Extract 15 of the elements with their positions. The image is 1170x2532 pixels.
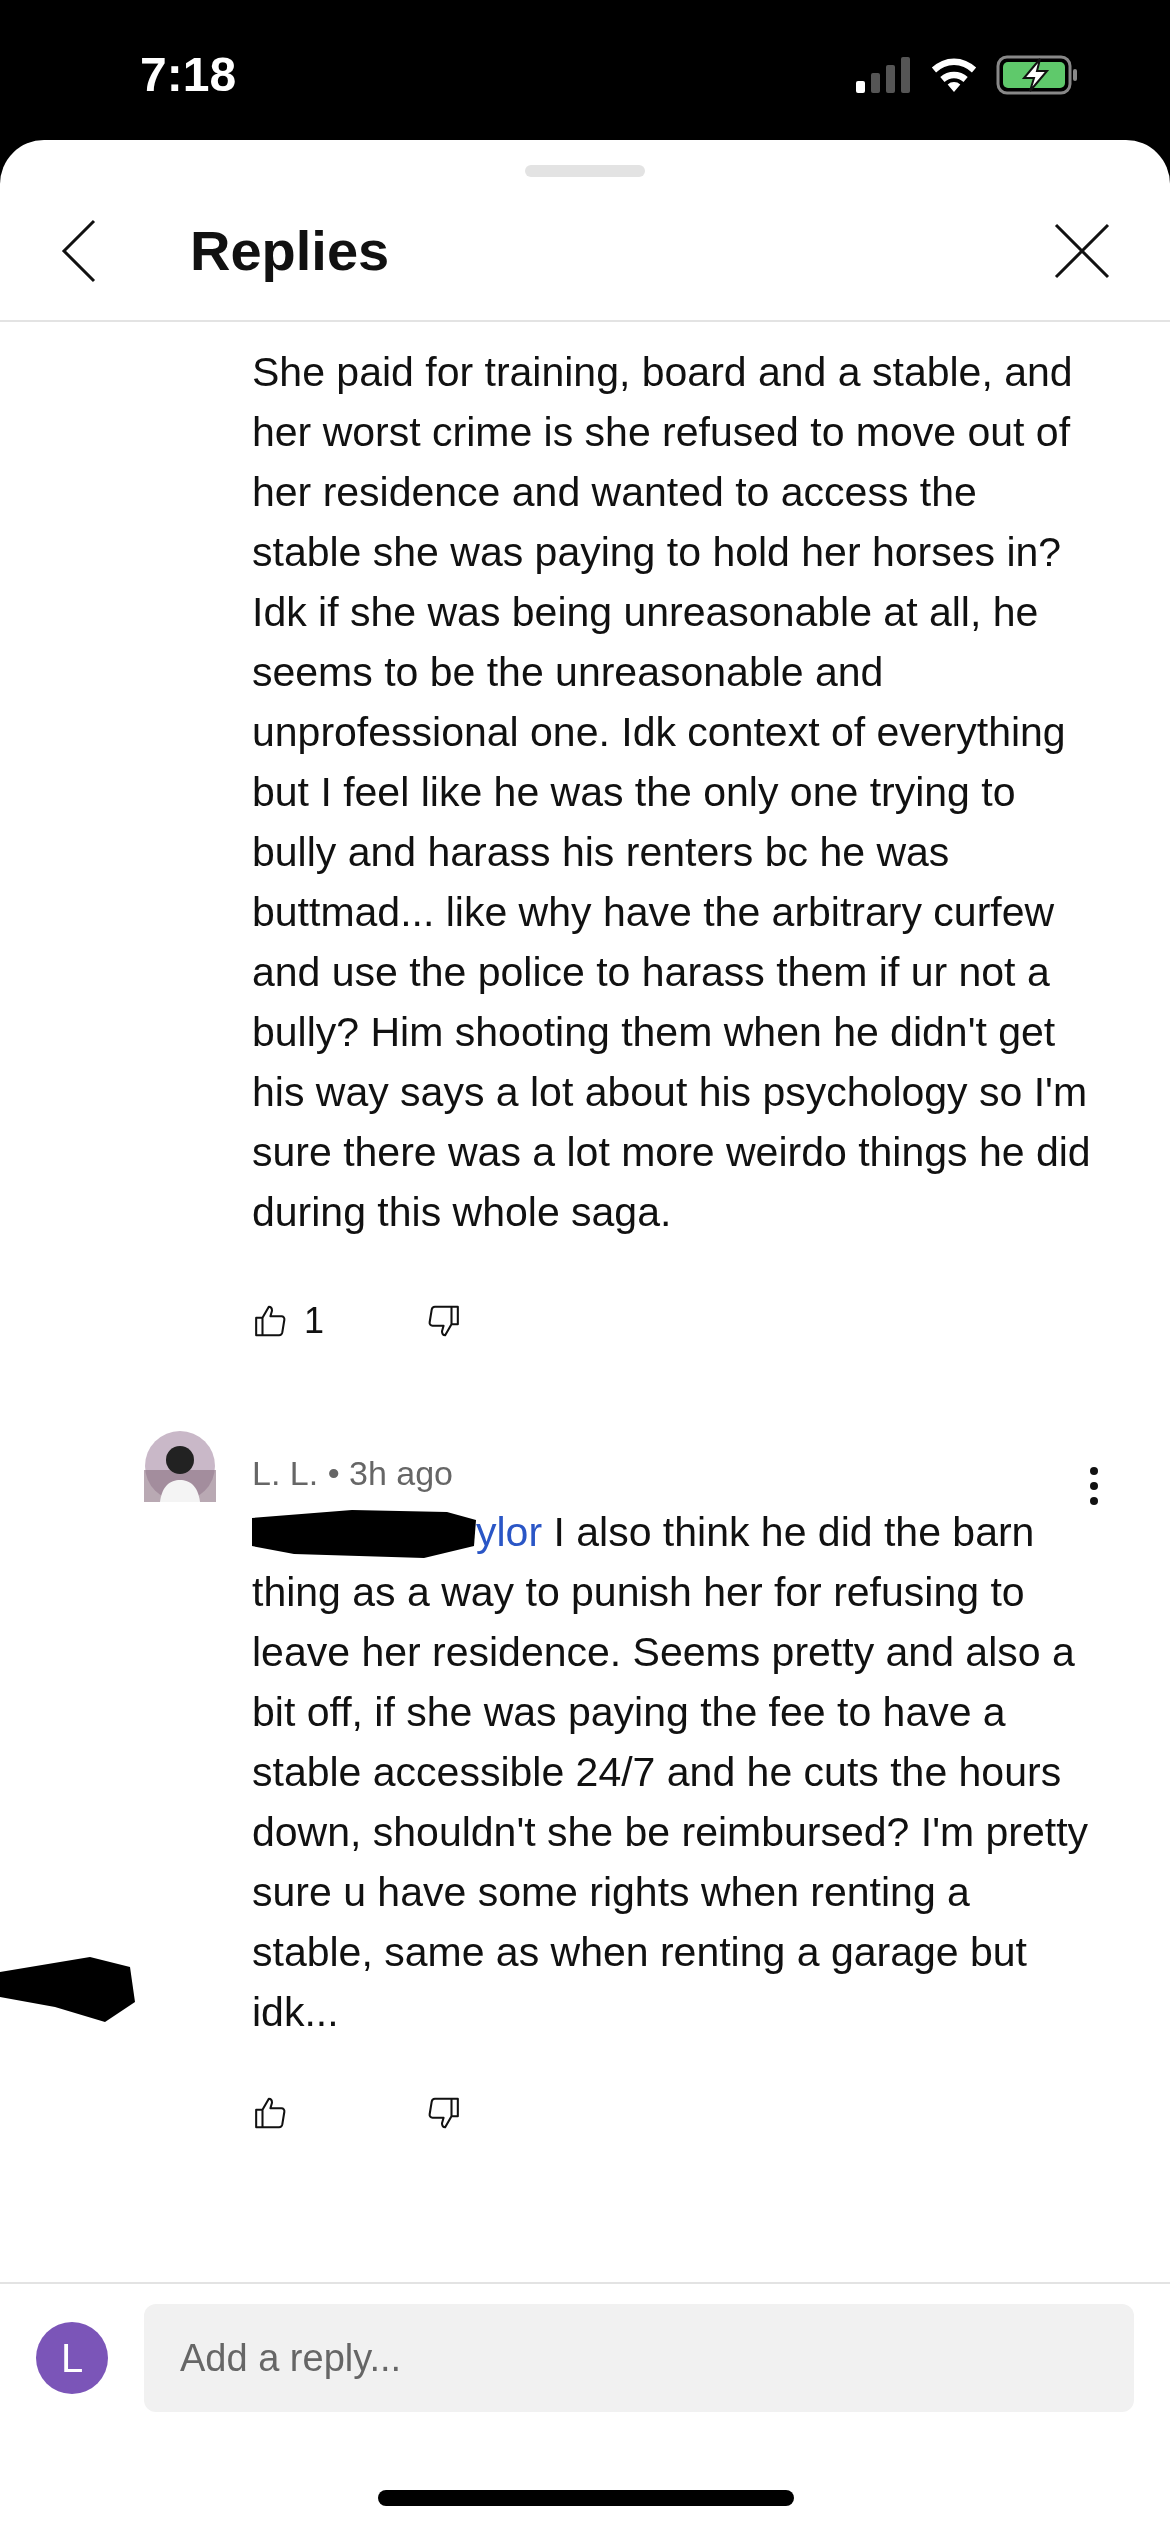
close-icon[interactable] — [1054, 223, 1110, 279]
avatar — [144, 1430, 216, 1502]
header-title: Replies — [190, 218, 391, 284]
more-options-icon[interactable] — [1088, 1466, 1100, 1506]
battery-charging-icon — [996, 55, 1080, 95]
status-time: 7:18 — [140, 47, 237, 103]
mention-link[interactable]: ylor — [476, 1509, 543, 1555]
like-count: 1 — [304, 1299, 325, 1343]
signal-icon — [856, 57, 912, 93]
comment-text: ylor I also think he did the barn thing as a way to punish her for refusing to leave her residence. Seems pretty and also a bit off, if she was paying the fee to have a stable accessible 24/7 and he cuts the hours down, shouldn't she be reimbursed? I'm pretty sure u have some rights when renting a stable, same as when renting a garage but idk... — [252, 1508, 1090, 2037]
comment-text: She paid for training, board and a stable, and her worst crime is she refused to move out of her residence and wanted to access the stable she was paying to hold her horses in? Idk if she was being unreasonable at all, he seems to be the unreasonable and unprofessional one. Idk context of everything but I feel like he was the only one trying to bully and harass his renters bc he was buttmad... like why have the arbitrary curfew and use the police to harass them if ur not a bully? Him shooting them when he didn't get his way says a lot about his psychology so I'm sure there was a lot more weirdo things he did during this whole saga. — [252, 348, 1092, 1237]
reply-input[interactable]: Add a reply... — [144, 2304, 1134, 2412]
drag-handle[interactable] — [525, 165, 645, 177]
comment-meta: L. L. • 3h ago — [252, 1452, 454, 1494]
user-avatar[interactable]: L — [36, 2322, 108, 2394]
